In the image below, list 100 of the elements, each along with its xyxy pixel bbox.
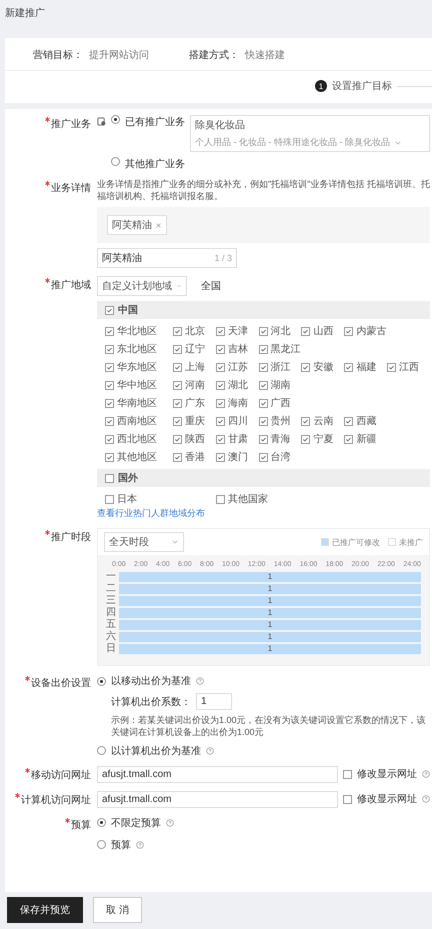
radio-label[interactable]: 以移动出价为基准	[111, 674, 191, 688]
checkbox-label[interactable]: 新疆	[356, 432, 376, 446]
help-icon[interactable]	[196, 677, 204, 686]
checkbox[interactable]	[105, 344, 114, 354]
checkbox[interactable]	[105, 474, 114, 483]
checkbox-label[interactable]: 香港	[185, 450, 205, 464]
checkbox[interactable]	[216, 416, 225, 426]
help-icon[interactable]	[206, 746, 214, 755]
checkbox-label[interactable]: 甘肃	[228, 432, 248, 446]
checkbox-label[interactable]: 西南地区	[117, 414, 157, 428]
checkbox-label[interactable]: 青海	[270, 432, 291, 446]
checkbox-label[interactable]: 华东地区	[117, 360, 157, 374]
help-icon[interactable]	[422, 795, 430, 804]
checkbox-label[interactable]: 陕西	[185, 432, 205, 446]
radio-button[interactable]	[97, 818, 106, 828]
checkbox-label[interactable]: 辽宁	[185, 342, 205, 356]
coefficient-field[interactable]: 1	[196, 693, 232, 710]
schedule-bar[interactable]: 1	[119, 584, 421, 594]
checkbox-label[interactable]: 其他国家	[228, 492, 268, 506]
checkbox-label[interactable]: 黑龙江	[270, 342, 301, 356]
checkbox-label[interactable]: 湖南	[270, 378, 291, 392]
checkbox[interactable]	[173, 380, 182, 390]
radio-label[interactable]: 不限定预算	[111, 816, 161, 830]
checkbox-label[interactable]: 江西	[399, 360, 420, 374]
radio-button[interactable]	[97, 746, 106, 756]
checkbox-label[interactable]: 华北地区	[117, 324, 157, 338]
radio-label[interactable]: 其他推广业务	[125, 157, 185, 171]
checkbox-label[interactable]: 上海	[185, 360, 205, 374]
schedule-bar[interactable]: 1	[119, 644, 421, 654]
checkbox-label[interactable]: 江苏	[228, 360, 248, 374]
checkbox-label[interactable]: 日本	[117, 492, 137, 506]
checkbox-label[interactable]: 其他地区	[117, 450, 157, 464]
checkbox-label[interactable]: 澳门	[228, 450, 248, 464]
checkbox[interactable]	[216, 362, 225, 372]
checkbox[interactable]	[173, 434, 182, 444]
checkbox[interactable]	[216, 494, 225, 504]
checkbox-label[interactable]: 福建	[356, 360, 376, 374]
checkbox[interactable]	[258, 398, 268, 408]
schedule-bar[interactable]: 1	[119, 596, 421, 606]
checkbox-label[interactable]: 海南	[228, 396, 248, 410]
checkbox[interactable]	[258, 344, 268, 354]
help-icon[interactable]	[166, 818, 174, 827]
checkbox[interactable]	[258, 452, 268, 462]
checkbox-label[interactable]: 华南地区	[117, 396, 157, 410]
checkbox-label[interactable]: 北京	[185, 324, 205, 338]
radio-button[interactable]	[111, 115, 120, 124]
checkbox[interactable]	[258, 326, 268, 336]
checkbox[interactable]	[344, 434, 354, 444]
checkbox[interactable]	[216, 380, 225, 390]
checkbox[interactable]	[344, 362, 354, 372]
help-icon[interactable]	[422, 770, 430, 778]
checkbox[interactable]	[387, 362, 396, 372]
save-preview-button[interactable]: 保存并预览	[7, 897, 83, 923]
checkbox-label[interactable]: 西北地区	[117, 432, 157, 446]
checkbox-label[interactable]: 国外	[118, 471, 138, 486]
checkbox-label[interactable]: 河南	[185, 378, 205, 392]
checkbox-label[interactable]: 东北地区	[117, 342, 157, 356]
checkbox[interactable]	[216, 398, 225, 408]
checkbox[interactable]	[173, 398, 182, 408]
time-select[interactable]: 全天时段	[104, 532, 184, 552]
close-icon[interactable]	[155, 222, 162, 229]
checkbox[interactable]	[301, 416, 310, 426]
checkbox-label[interactable]: 宁夏	[313, 432, 334, 446]
checkbox-label[interactable]: 河北	[270, 324, 291, 338]
checkbox-label[interactable]: 云南	[313, 414, 334, 428]
checkbox-label[interactable]: 台湾	[270, 450, 291, 464]
checkbox[interactable]	[105, 398, 114, 408]
checkbox-label[interactable]: 广东	[185, 396, 205, 410]
checkbox-label[interactable]: 内蒙古	[356, 324, 386, 338]
checkbox-label[interactable]: 四川	[228, 414, 248, 428]
help-icon[interactable]	[136, 840, 144, 849]
schedule-bar[interactable]: 1	[119, 572, 421, 582]
checkbox[interactable]	[105, 306, 114, 315]
checkbox-label[interactable]: 广西	[270, 396, 291, 410]
checkbox-label[interactable]: 浙江	[270, 360, 291, 374]
checkbox[interactable]	[173, 416, 182, 426]
checkbox[interactable]	[258, 434, 268, 444]
checkbox[interactable]	[301, 434, 310, 444]
checkbox-label[interactable]: 天津	[228, 324, 248, 338]
radio-button[interactable]	[97, 840, 106, 850]
checkbox-label[interactable]: 修改显示网址	[357, 767, 417, 782]
checkbox[interactable]	[173, 326, 182, 336]
category-select[interactable]: 除臭化妆品 个人用品 - 化妆品 - 特殊用途化妆品 - 除臭化妆品	[190, 115, 430, 152]
checkbox[interactable]	[216, 434, 225, 444]
checkbox[interactable]	[258, 362, 268, 372]
radio-button[interactable]	[111, 157, 120, 166]
checkbox[interactable]	[105, 380, 114, 390]
checkbox[interactable]	[258, 380, 268, 390]
radio-label[interactable]: 以计算机出价为基准	[111, 744, 201, 758]
schedule-bar[interactable]: 1	[119, 632, 421, 642]
checkbox-label[interactable]: 贵州	[270, 414, 291, 428]
checkbox[interactable]	[173, 362, 182, 372]
checkbox[interactable]	[105, 362, 114, 372]
checkbox[interactable]	[105, 452, 114, 462]
url-field[interactable]: afusjt.tmall.com	[97, 790, 338, 808]
checkbox-label[interactable]: 华中地区	[117, 378, 157, 392]
checkbox-label[interactable]: 修改显示网址	[357, 792, 417, 806]
url-field[interactable]: afusjt.tmall.com	[97, 766, 338, 783]
keyword-tag[interactable]: 阿芙精油	[107, 215, 167, 236]
checkbox[interactable]	[105, 434, 114, 444]
